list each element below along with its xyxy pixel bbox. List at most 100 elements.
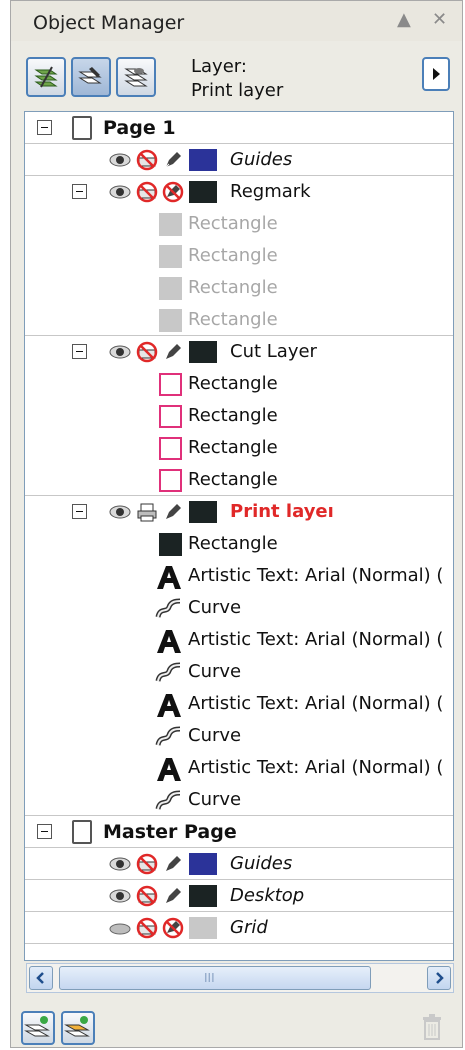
rectangle-icon xyxy=(159,405,182,428)
layer-name: Cut Layer xyxy=(230,341,317,362)
close-button[interactable]: ✕ xyxy=(432,9,447,30)
layer-color-swatch[interactable] xyxy=(189,885,217,907)
object-row[interactable]: Curve xyxy=(25,784,453,816)
layer-color-swatch[interactable] xyxy=(189,501,217,523)
eye-icon[interactable] xyxy=(109,501,131,523)
new-master-layer-icon xyxy=(64,1016,90,1037)
pencil-icon[interactable] xyxy=(162,341,184,363)
bottom-toolbar xyxy=(11,1001,462,1047)
print-disabled-icon[interactable] xyxy=(136,885,158,907)
collapse-icon[interactable] xyxy=(37,120,52,135)
pencil-icon[interactable] xyxy=(162,853,184,875)
print-disabled-icon[interactable] xyxy=(136,181,158,203)
collapse-icon[interactable] xyxy=(72,344,87,359)
show-object-properties-button[interactable] xyxy=(26,57,66,97)
object-label: Rectangle xyxy=(188,437,278,458)
eye-icon[interactable] xyxy=(109,149,131,171)
pencil-icon[interactable] xyxy=(162,885,184,907)
page-title: Master Page xyxy=(103,821,237,843)
object-row[interactable]: Artistic Text: Arial (Normal) ( xyxy=(25,688,453,720)
object-row[interactable]: Rectangle xyxy=(25,432,453,464)
page-icon xyxy=(72,820,92,844)
artistic-text-icon xyxy=(157,758,181,781)
pencil-icon[interactable] xyxy=(162,149,184,171)
artistic-text-icon xyxy=(157,566,181,589)
chevron-right-icon xyxy=(436,972,444,984)
layer-row-print[interactable]: Print layeı xyxy=(25,496,453,528)
object-row[interactable]: Rectangle xyxy=(25,208,453,240)
new-layer-button[interactable] xyxy=(21,1011,55,1045)
eye-icon[interactable] xyxy=(109,885,131,907)
print-disabled-icon[interactable] xyxy=(136,853,158,875)
object-row[interactable]: Rectangle xyxy=(25,528,453,560)
edit-across-layers-button[interactable] xyxy=(71,57,111,97)
trash-icon[interactable] xyxy=(421,1013,443,1041)
collapse-icon[interactable] xyxy=(72,184,87,199)
layer-color-swatch[interactable] xyxy=(189,181,217,203)
object-label: Rectangle xyxy=(188,245,278,266)
layer-row-desktop[interactable]: Desktop xyxy=(25,880,453,912)
layer-color-swatch[interactable] xyxy=(189,917,217,939)
layer-row-guides[interactable]: Guides xyxy=(25,144,453,176)
eye-icon[interactable] xyxy=(109,181,131,203)
object-row[interactable]: Rectangle xyxy=(25,240,453,272)
object-row[interactable]: Rectangle xyxy=(25,368,453,400)
collapse-icon[interactable] xyxy=(72,504,87,519)
scroll-left-button[interactable] xyxy=(29,966,53,990)
show-object-properties-icon xyxy=(34,66,58,88)
object-manager-panel: Object Manager ▲ ✕ Layer: Print layer Pa… xyxy=(10,0,463,1048)
printer-icon[interactable] xyxy=(136,501,158,523)
chevron-left-icon xyxy=(36,972,44,984)
object-row[interactable]: Artistic Text: Arial (Normal) ( xyxy=(25,560,453,592)
print-disabled-icon[interactable] xyxy=(136,341,158,363)
object-label: Artistic Text: Arial (Normal) ( xyxy=(188,629,444,650)
object-label: Rectangle xyxy=(188,405,278,426)
pin-button[interactable]: ▲ xyxy=(397,9,411,30)
eye-icon[interactable] xyxy=(109,853,131,875)
scroll-right-button[interactable] xyxy=(427,966,451,990)
object-row[interactable]: Curve xyxy=(25,656,453,688)
object-row[interactable]: Rectangle xyxy=(25,272,453,304)
layer-row-cut[interactable]: Cut Layer xyxy=(25,336,453,368)
eye-hidden-icon[interactable] xyxy=(109,917,131,939)
layer-manager-view-button[interactable] xyxy=(116,57,156,97)
layer-color-swatch[interactable] xyxy=(189,853,217,875)
edit-disabled-icon[interactable] xyxy=(162,181,184,203)
object-row[interactable]: Curve xyxy=(25,720,453,752)
object-row[interactable]: Rectangle xyxy=(25,464,453,496)
options-arrow-button[interactable] xyxy=(422,57,450,91)
pencil-icon[interactable] xyxy=(162,501,184,523)
artistic-text-icon xyxy=(157,694,181,717)
object-row[interactable]: Artistic Text: Arial (Normal) ( xyxy=(25,752,453,784)
layer-color-swatch[interactable] xyxy=(189,149,217,171)
page-row[interactable]: Page 1 xyxy=(25,112,453,144)
master-page-row[interactable]: Master Page xyxy=(25,816,453,848)
object-row[interactable]: Rectangle xyxy=(25,400,453,432)
rectangle-icon xyxy=(159,469,182,492)
print-disabled-icon[interactable] xyxy=(136,149,158,171)
object-row[interactable]: Curve xyxy=(25,592,453,624)
layer-row-regmark[interactable]: Regmark xyxy=(25,176,453,208)
edit-disabled-icon[interactable] xyxy=(162,917,184,939)
collapse-icon[interactable] xyxy=(37,824,52,839)
eye-icon[interactable] xyxy=(109,341,131,363)
object-label: Curve xyxy=(188,661,242,682)
layer-name: Guides xyxy=(230,149,293,170)
layer-row-master-guides[interactable]: Guides xyxy=(25,848,453,880)
rectangle-icon xyxy=(159,533,182,556)
object-row[interactable]: Rectangle xyxy=(25,304,453,336)
rectangle-icon xyxy=(159,213,182,236)
layer-name: Regmark xyxy=(230,181,311,202)
layer-row-grid[interactable]: Grid xyxy=(25,912,453,944)
object-label: Curve xyxy=(188,725,242,746)
object-label: Rectangle xyxy=(188,309,278,330)
new-master-layer-button[interactable] xyxy=(61,1011,95,1045)
object-row[interactable]: Artistic Text: Arial (Normal) ( xyxy=(25,624,453,656)
edit-across-layers-icon xyxy=(78,67,102,84)
scroll-thumb[interactable]: III xyxy=(59,966,371,990)
layer-name: Desktop xyxy=(230,885,305,906)
print-disabled-icon[interactable] xyxy=(136,917,158,939)
layer-color-swatch[interactable] xyxy=(189,341,217,363)
horizontal-scrollbar[interactable]: III xyxy=(26,963,454,993)
object-label: Curve xyxy=(188,789,242,810)
